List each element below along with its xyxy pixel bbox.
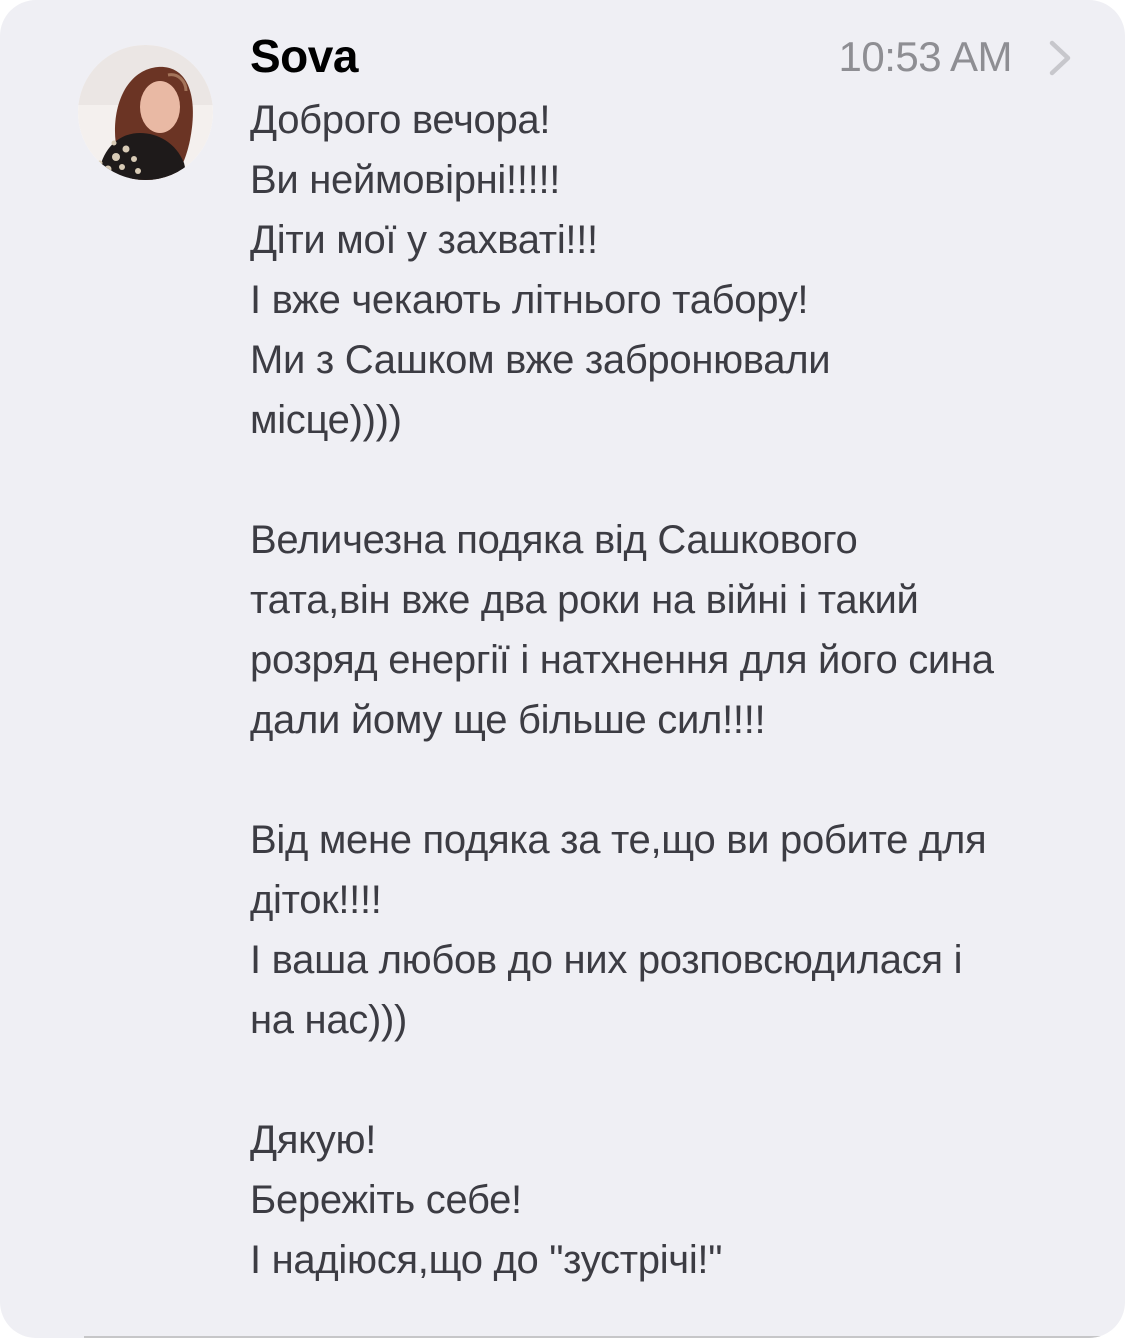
message-line: І надіюся,що до "зустрічі!" [250, 1238, 723, 1282]
message-line: Доброго вечора! [250, 98, 551, 142]
message-line [250, 750, 1080, 810]
message-line: Ми з Сашком вже забронювали [250, 338, 831, 382]
message-line: Дякую! [250, 1118, 377, 1162]
message-line: І вже чекають літнього табору! [250, 278, 809, 322]
message-line: розряд енергії і натхнення для його сина [250, 638, 994, 682]
message-line [250, 450, 1080, 510]
message-line: Величезна подяка від Сашкового [250, 518, 858, 562]
sender-name: Sova [250, 30, 358, 82]
message-card[interactable]: Sova 10:53 AM Доброго вечора! Ви неймовір… [0, 0, 1125, 1338]
message-line: дали йому ще більше сил!!!! [250, 698, 766, 742]
message-body: Доброго вечора! Ви неймовірні!!!!! Діти мо… [250, 90, 1080, 1290]
message-line: І ваша любов до них розповсюдилася і [250, 938, 963, 982]
message-line: на нас))) [250, 998, 408, 1042]
message-line: тата,він вже два роки на війні і такий [250, 578, 919, 622]
message-line: діток!!!! [250, 878, 382, 922]
message-line: Бережіть себе! [250, 1178, 522, 1222]
avatar [78, 45, 213, 180]
message-time: 10:53 AM [838, 33, 1013, 80]
message-line: Від мене подяка за те,що ви робите для [250, 818, 987, 862]
chevron-right-icon[interactable] [1046, 38, 1074, 78]
message-line: Ви неймовірні!!!!! [250, 158, 561, 202]
message-line [250, 1050, 1080, 1110]
message-line: місце)))) [250, 398, 402, 442]
message-line: Діти мої у захваті!!! [250, 218, 598, 262]
